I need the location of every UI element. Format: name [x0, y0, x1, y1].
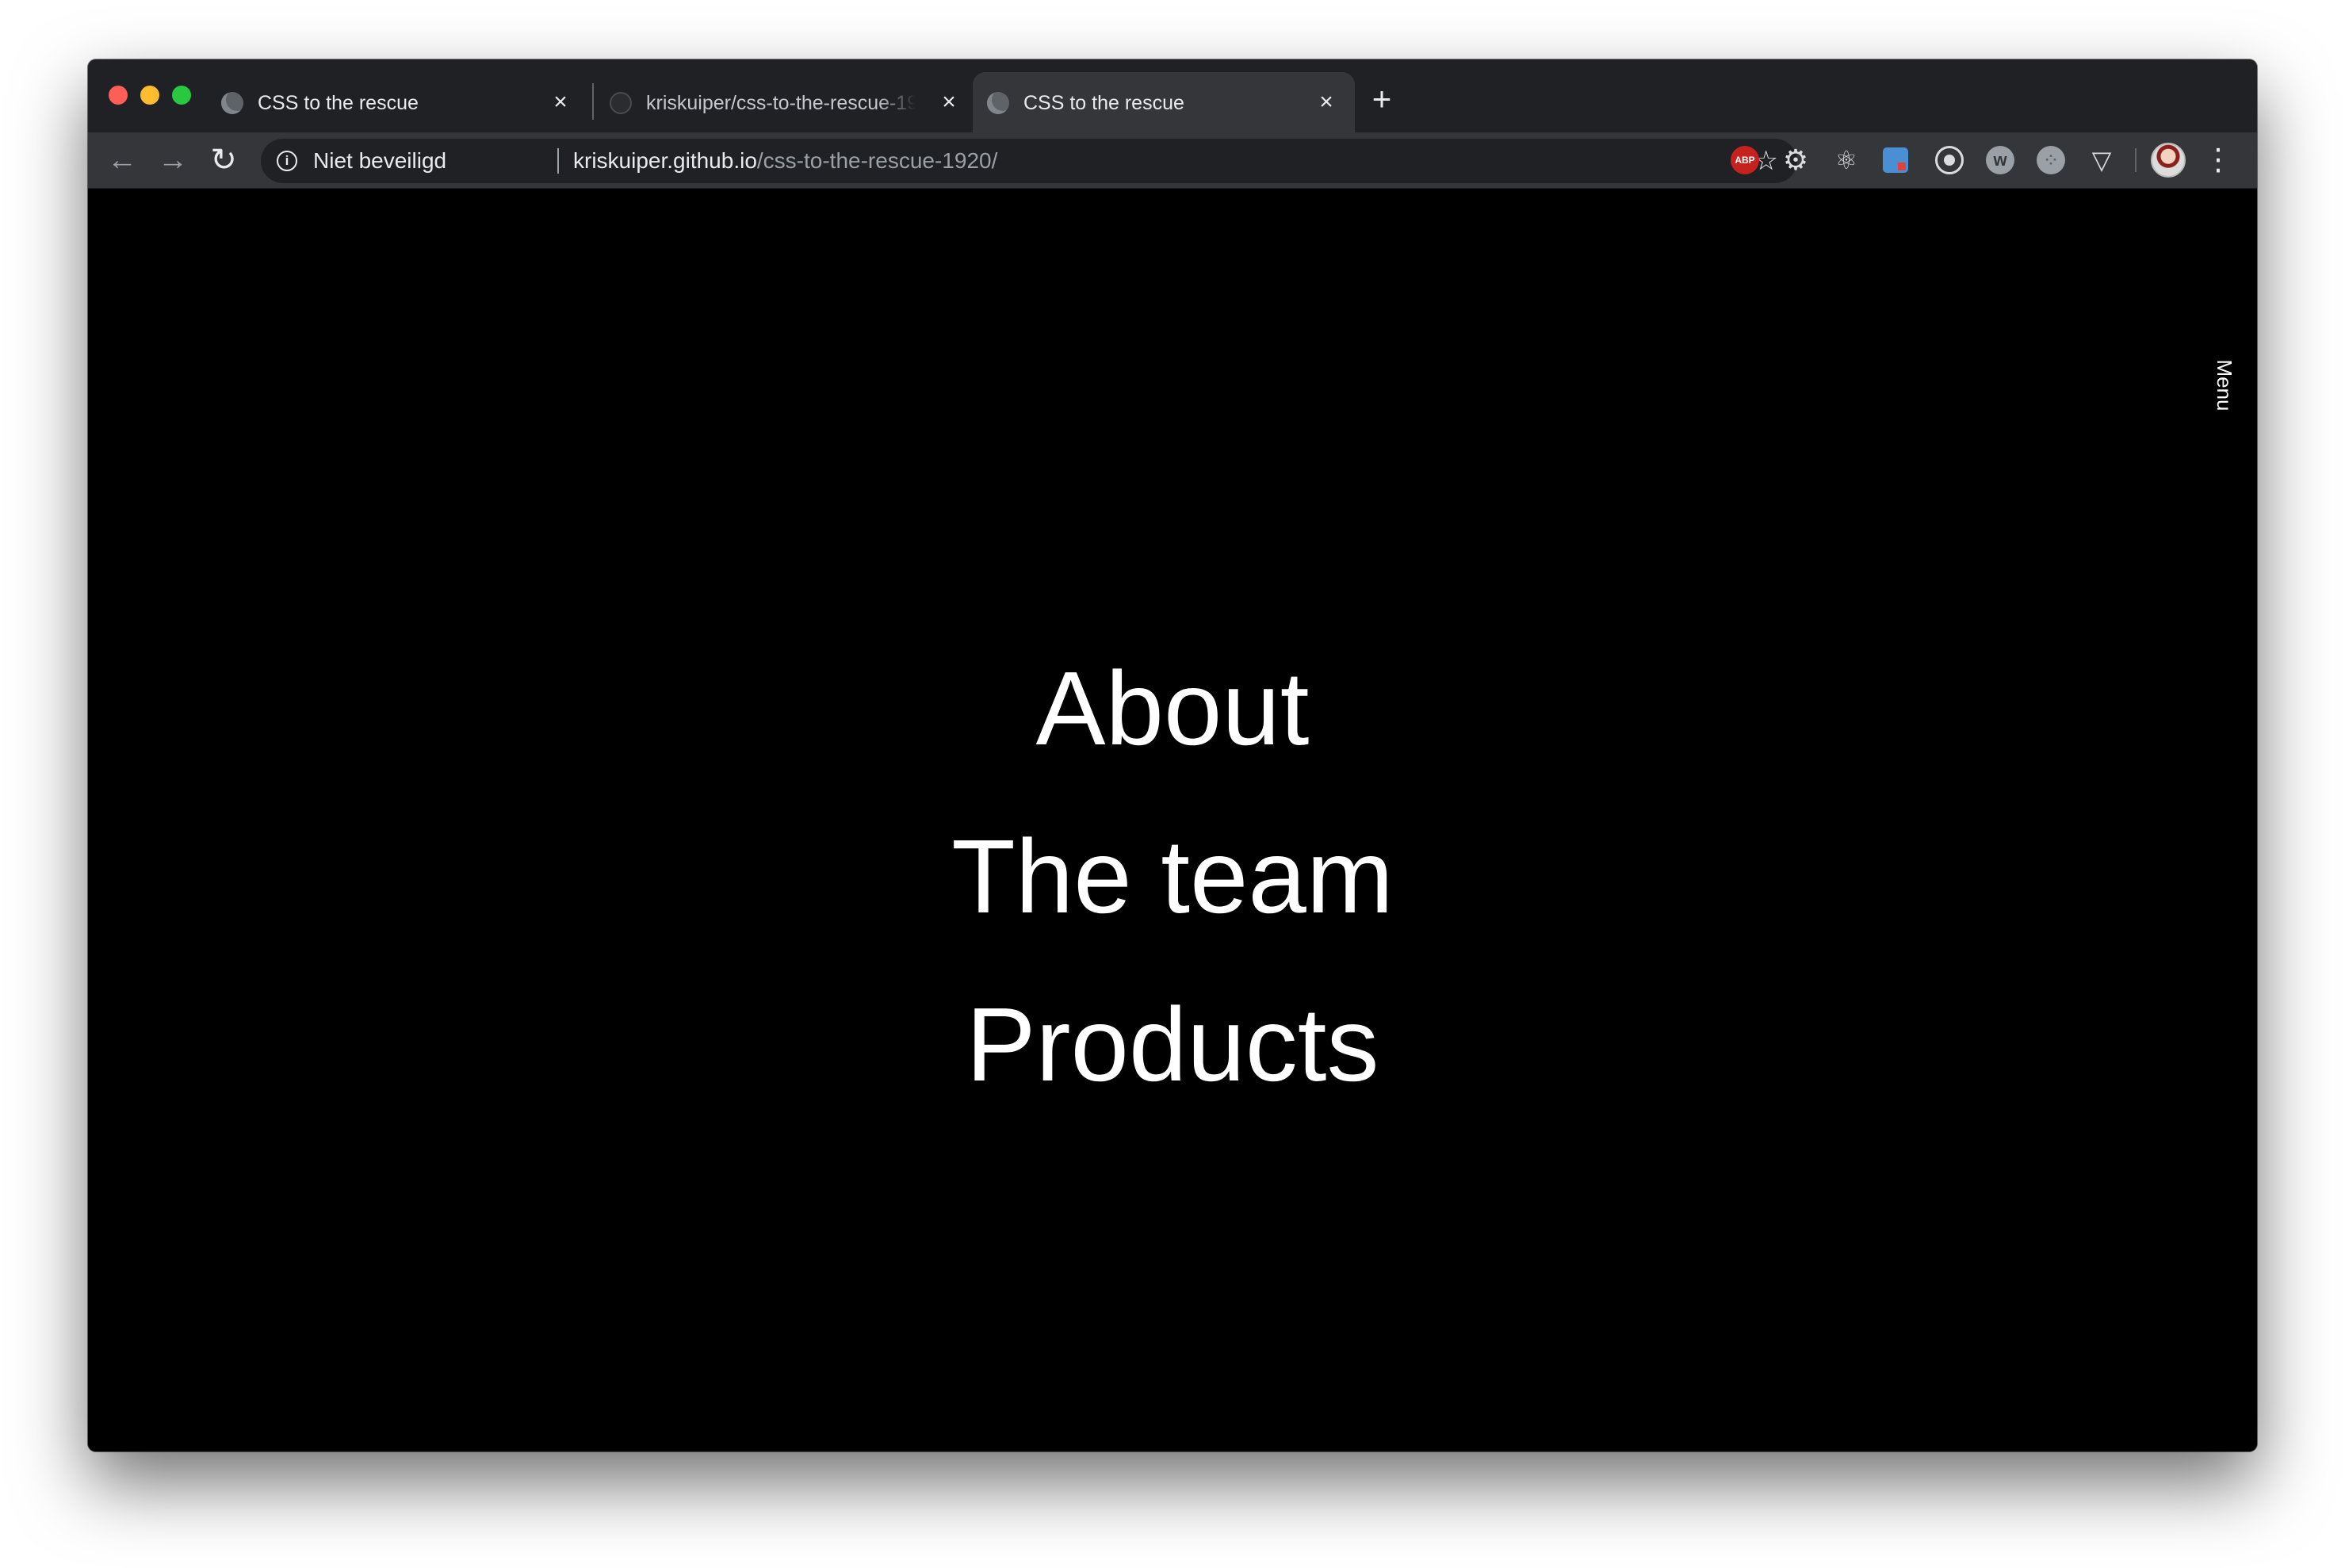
new-tab-button[interactable]: + [1366, 82, 1398, 116]
back-arrow-icon[interactable]: ← [104, 142, 140, 178]
tab-close-icon[interactable]: × [936, 90, 962, 115]
forward-arrow-icon[interactable]: → [155, 142, 191, 178]
url-text[interactable]: kriskuiper.github.io/css-to-the-rescue-1… [573, 148, 997, 174]
tab-title: CSS to the rescue [1023, 92, 1184, 114]
menu-toggle-button[interactable]: Menu [2177, 354, 2236, 417]
address-bar[interactable]: i Niet beveiligd kriskuiper.github.io/cs… [261, 139, 1797, 183]
page-viewport: Menu About The team Products [88, 189, 2257, 1451]
url-host: kriskuiper.github.io [573, 148, 757, 173]
target-extension-icon[interactable] [1935, 146, 1964, 174]
react-devtools-icon[interactable]: ⚛ [1832, 146, 1861, 174]
main-navigation: About The team Products [88, 625, 2257, 1129]
zoom-window-button[interactable] [172, 86, 191, 105]
browser-toolbar: ← → ↻ i Niet beveiligd kriskuiper.github… [88, 132, 2257, 189]
url-path: /css-to-the-rescue-1920/ [756, 148, 998, 173]
tab-separator [592, 83, 594, 120]
reload-icon[interactable]: ↻ [205, 142, 242, 178]
tab-css-to-the-rescue-1[interactable]: CSS to the rescue × [207, 72, 589, 132]
close-window-button[interactable] [109, 86, 128, 105]
github-icon [610, 92, 632, 114]
tab-github-repo[interactable]: kriskuiper/css-to-the-rescue-1920 × [595, 72, 977, 132]
address-separator [557, 148, 559, 174]
tab-css-to-the-rescue-active[interactable]: CSS to the rescue × [973, 72, 1355, 132]
globe-icon [221, 92, 243, 114]
tab-close-icon[interactable]: × [1314, 90, 1339, 115]
adblock-plus-icon[interactable]: ABP [1731, 146, 1759, 174]
tab-strip: CSS to the rescue × kriskuiper/css-to-th… [88, 59, 2257, 132]
info-icon[interactable]: i [277, 151, 297, 171]
globe-icon [987, 92, 1009, 114]
more-options-icon[interactable]: ⋮ [2203, 143, 2233, 178]
vue-devtools-icon[interactable]: ▽ [2087, 146, 2116, 174]
browser-window: CSS to the rescue × kriskuiper/css-to-th… [88, 59, 2257, 1451]
nav-item-the-team[interactable]: The team [88, 793, 2257, 961]
tab-close-icon[interactable]: × [548, 90, 573, 115]
toolbar-separator [2135, 148, 2137, 172]
security-status-label[interactable]: Niet beveiligd [313, 148, 446, 174]
profile-avatar[interactable] [2151, 143, 2186, 178]
w-extension-icon[interactable]: w [1986, 146, 2014, 174]
square-extension-icon[interactable] [1883, 147, 1908, 173]
tab-title: CSS to the rescue [258, 92, 419, 114]
tab-title: kriskuiper/css-to-the-rescue-1920 [646, 92, 916, 114]
minimize-window-button[interactable] [140, 86, 159, 105]
dots-extension-icon[interactable]: ⁘ [2037, 146, 2065, 174]
nav-item-products[interactable]: Products [88, 961, 2257, 1129]
nav-item-about[interactable]: About [88, 625, 2257, 793]
menu-toggle-label: Menu [2213, 359, 2236, 411]
gear-extension-icon[interactable]: ⚙ [1781, 146, 1810, 174]
